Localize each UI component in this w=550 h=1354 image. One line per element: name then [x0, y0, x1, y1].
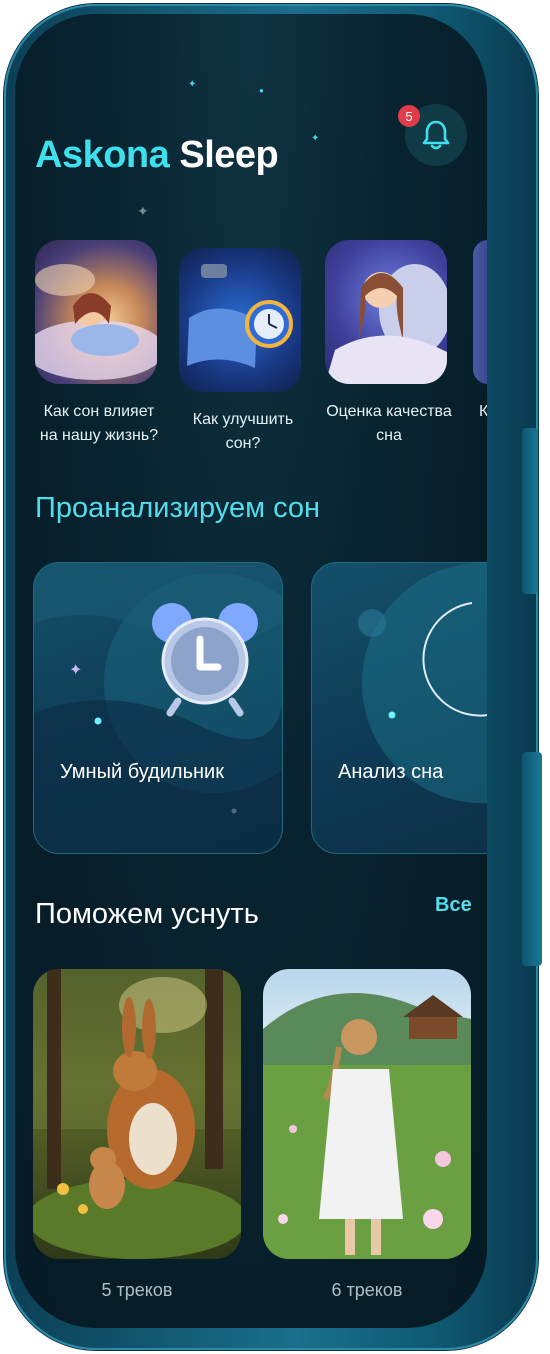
sleeping-girl-illustration: [35, 264, 157, 380]
story-thumbnail: [35, 240, 157, 384]
pillow-clock-illustration: [187, 264, 293, 368]
svg-text:✦: ✦: [69, 660, 82, 679]
story-card[interactable]: Как улучшить сон?: [179, 248, 307, 456]
story-card[interactable]: Как сон влияет на нашу жизнь?: [35, 240, 163, 448]
track-count: 5 треков: [101, 1280, 173, 1300]
track-card[interactable]: [263, 969, 471, 1259]
story-caption: Как сон влияет на нашу жизнь?: [39, 403, 159, 444]
rabbits-in-forest-illustration: [33, 969, 241, 1259]
sleep-analysis-label: Анализ сна: [338, 761, 444, 783]
star-icon: ✦: [188, 79, 197, 90]
alarm-clock-icon: [152, 603, 258, 717]
star-icon: ✦: [311, 133, 320, 144]
sleep-analysis-card[interactable]: Анализ сна: [311, 562, 487, 854]
analyze-section-title: Проанализируем сон: [35, 492, 321, 524]
story-caption: К: [479, 403, 487, 420]
story-thumbnail: [325, 240, 447, 384]
story-thumbnail: [179, 248, 301, 392]
star-icon: ●: [259, 86, 264, 95]
app-screen: ✦ ● ✦ ✦ Askona Sleep 5 Как сон влияет на…: [15, 14, 487, 1328]
stories-row: Как сон влияет на нашу жизнь? Как улучши…: [35, 240, 487, 452]
card-background: [358, 563, 487, 803]
smart-alarm-card[interactable]: ✦ Умный будильник: [33, 562, 283, 854]
notification-badge: 5: [398, 105, 420, 127]
brand-part1: Askona: [35, 134, 170, 176]
help-sleep-section-title: Поможем уснуть: [35, 898, 259, 930]
see-all-link[interactable]: Все: [435, 894, 472, 917]
story-card[interactable]: Оценка качества сна: [325, 240, 453, 448]
story-caption: Оценка качества сна: [326, 403, 452, 444]
track-card[interactable]: [33, 969, 241, 1259]
star-icon: ✦: [137, 203, 149, 219]
track-count: 6 треков: [331, 1280, 403, 1300]
girl-in-bed-illustration: [325, 264, 447, 384]
volume-button: [522, 428, 538, 594]
story-thumbnail: [473, 240, 487, 384]
story-card[interactable]: К: [473, 240, 487, 424]
power-button: [522, 752, 542, 966]
story-caption: Как улучшить сон?: [192, 411, 294, 452]
app-title: Askona Sleep: [35, 134, 279, 177]
bell-icon: [422, 120, 450, 150]
smart-alarm-label: Умный будильник: [60, 761, 224, 783]
brand-part2: Sleep: [179, 134, 279, 176]
girl-in-meadow-illustration: [263, 993, 471, 1259]
